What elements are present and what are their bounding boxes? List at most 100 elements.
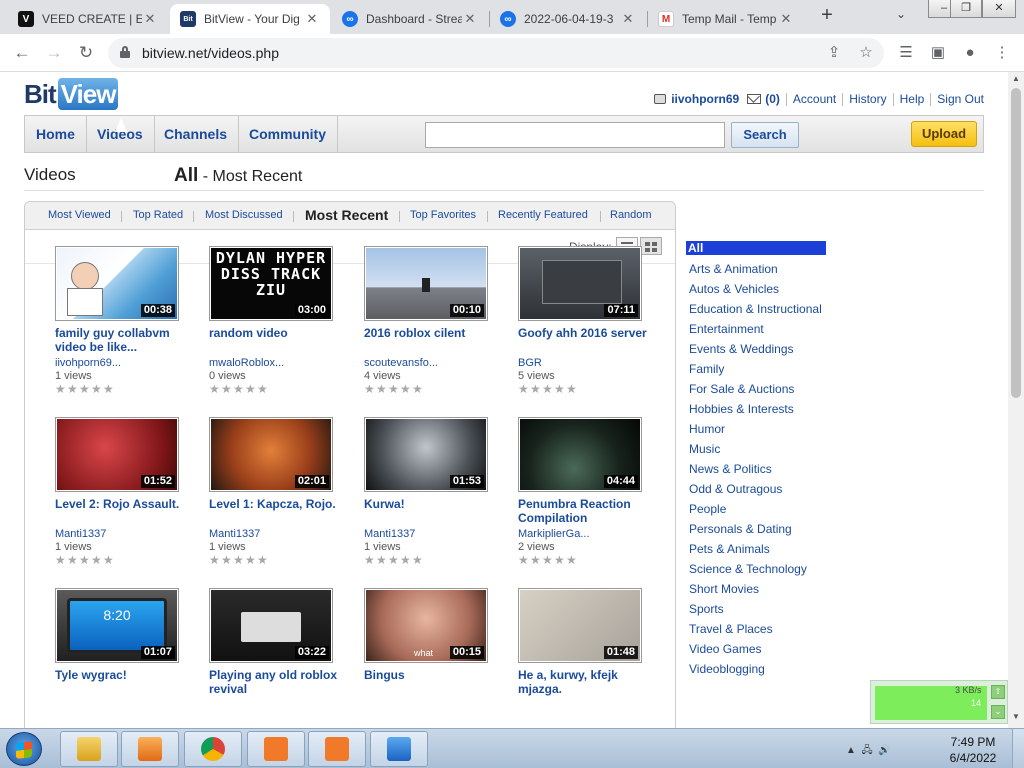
tab-most-discussed[interactable]: Most Discussed xyxy=(205,209,283,221)
taskbar-camera-app[interactable] xyxy=(308,731,366,767)
close-icon[interactable]: ✕ xyxy=(778,11,794,27)
taskbar-chrome[interactable] xyxy=(184,731,242,767)
video-author-link[interactable]: Manti1337 xyxy=(209,528,349,540)
category-pets-animals[interactable]: Pets & Animals xyxy=(686,539,836,559)
page-scrollbar[interactable]: ▲ ▼ xyxy=(1008,72,1024,728)
video-title-link[interactable]: Goofy ahh 2016 server xyxy=(518,326,658,354)
scroll-up-icon[interactable]: ▲ xyxy=(1008,74,1024,88)
video-title-link[interactable]: random video xyxy=(209,326,349,354)
widget-arrow-down-icon[interactable]: ⌄ xyxy=(991,705,1005,719)
history-link[interactable]: History xyxy=(849,92,886,106)
bookmark-star-icon[interactable]: ☆ xyxy=(856,43,876,63)
category-science-technology[interactable]: Science & Technology xyxy=(686,559,836,579)
search-button[interactable]: Search xyxy=(731,122,799,148)
close-icon[interactable]: ✕ xyxy=(620,11,636,27)
inbox-count[interactable]: (0) xyxy=(765,92,780,106)
video-title-link[interactable]: Penumbra Reaction Compilation xyxy=(518,497,658,525)
category-hobbies-interests[interactable]: Hobbies & Interests xyxy=(686,399,836,419)
profile-avatar-icon[interactable]: ● xyxy=(960,43,980,63)
new-tab-plus-icon[interactable]: + xyxy=(816,5,838,27)
video-thumbnail[interactable]: 00:38 xyxy=(55,246,179,321)
restore-icon[interactable]: ❐ xyxy=(950,0,982,18)
tab-temp-mail[interactable]: M Temp Mail - Temp ✕ xyxy=(648,4,804,34)
category-short-movies[interactable]: Short Movies xyxy=(686,579,836,599)
category-odd-outragous[interactable]: Odd & Outragous xyxy=(686,479,836,499)
video-title-link[interactable]: Playing any old roblox revival xyxy=(209,668,349,696)
category-events-weddings[interactable]: Events & Weddings xyxy=(686,339,836,359)
video-title-link[interactable]: Bingus xyxy=(364,668,504,696)
tab-top-favorites[interactable]: Top Favorites xyxy=(410,209,476,221)
video-author-link[interactable]: Manti1337 xyxy=(55,528,195,540)
taskbar-screen-recorder[interactable] xyxy=(247,731,305,767)
reading-list-icon[interactable]: ☰ xyxy=(896,43,916,63)
scrollbar-thumb[interactable] xyxy=(1011,88,1021,398)
video-thumbnail[interactable]: 03:22 xyxy=(209,588,333,663)
address-bar[interactable]: bitview.net/videos.php ⇪ ☆ xyxy=(108,38,884,68)
video-author-link[interactable]: BGR xyxy=(518,357,658,369)
tab-dashboard[interactable]: ∞ Dashboard - Strea ✕ xyxy=(332,4,488,34)
video-author-link[interactable]: mwaloRoblox... xyxy=(209,357,349,369)
taskbar-remote-app[interactable] xyxy=(370,731,428,767)
mail-icon[interactable] xyxy=(747,94,762,104)
close-icon[interactable]: ✕ xyxy=(462,11,478,27)
tab-top-rated[interactable]: Top Rated xyxy=(133,209,183,221)
category-family[interactable]: Family xyxy=(686,359,836,379)
category-for-sale-auctions[interactable]: For Sale & Auctions xyxy=(686,379,836,399)
tab-bitview[interactable]: Bit BitView - Your Dig ✕ xyxy=(170,4,330,34)
video-title-link[interactable]: He a, kurwy, kfejk mjazga. xyxy=(518,668,658,696)
video-author-link[interactable]: MarkiplierGa... xyxy=(518,528,658,540)
category-videoblogging[interactable]: Videoblogging xyxy=(686,659,836,679)
category-sports[interactable]: Sports xyxy=(686,599,836,619)
share-icon[interactable]: ⇪ xyxy=(824,43,844,63)
video-title-link[interactable]: 2016 roblox cilent xyxy=(364,326,504,354)
video-title-link[interactable]: Tyle wygrac! xyxy=(55,668,195,696)
video-thumbnail[interactable]: 04:44 xyxy=(518,417,642,492)
tab-search-chevron-icon[interactable]: ⌄ xyxy=(896,7,906,21)
reload-icon[interactable]: ↻ xyxy=(76,43,96,63)
scroll-down-icon[interactable]: ▼ xyxy=(1008,712,1024,726)
video-thumbnail[interactable]: 00:10 xyxy=(364,246,488,321)
close-icon[interactable]: ✕ xyxy=(142,11,158,27)
show-desktop-button[interactable] xyxy=(1012,729,1024,768)
video-author-link[interactable]: iivohporn69... xyxy=(55,357,195,369)
nav-channels[interactable]: Channels xyxy=(153,116,240,152)
video-author-link[interactable]: Manti1337 xyxy=(364,528,504,540)
video-thumbnail[interactable]: 02:01 xyxy=(209,417,333,492)
system-tray-icons[interactable]: ▲ 🖧 🔊 xyxy=(846,743,891,760)
tab-random[interactable]: Random xyxy=(610,209,652,221)
category-arts-animation[interactable]: Arts & Animation xyxy=(686,259,836,279)
category-music[interactable]: Music xyxy=(686,439,836,459)
category-news-politics[interactable]: News & Politics xyxy=(686,459,836,479)
search-input[interactable] xyxy=(425,122,725,148)
category-all[interactable]: All xyxy=(686,241,826,255)
category-autos-vehicles[interactable]: Autos & Vehicles xyxy=(686,279,836,299)
category-travel-places[interactable]: Travel & Places xyxy=(686,619,836,639)
video-title-link[interactable]: Level 1: Kapcza, Rojo. xyxy=(209,497,349,525)
nav-community[interactable]: Community xyxy=(238,116,338,152)
video-author-link[interactable]: scoutevansfo... xyxy=(364,357,504,369)
tab-most-recent[interactable]: Most Recent xyxy=(305,207,388,223)
upload-button[interactable]: Upload xyxy=(911,121,977,147)
video-title-link[interactable]: family guy collabvm video be like... xyxy=(55,326,195,354)
tab-veed[interactable]: V VEED CREATE | Ed ✕ xyxy=(8,4,168,34)
back-arrow-icon[interactable]: ← xyxy=(12,43,32,63)
video-title-link[interactable]: Level 2: Rojo Assault. xyxy=(55,497,195,525)
video-thumbnail[interactable]: 01:53 xyxy=(364,417,488,492)
category-education-instructional[interactable]: Education & Instructional xyxy=(686,299,836,319)
widget-arrow-up-icon[interactable]: ⇧ xyxy=(991,685,1005,699)
video-title-link[interactable]: Kurwa! xyxy=(364,497,504,525)
nav-home[interactable]: Home xyxy=(25,116,87,152)
video-thumbnail[interactable]: 01:48 xyxy=(518,588,642,663)
tab-most-viewed[interactable]: Most Viewed xyxy=(48,209,111,221)
forward-arrow-icon[interactable]: → xyxy=(44,43,64,63)
start-button[interactable] xyxy=(6,732,42,766)
bitview-logo[interactable]: Bit View xyxy=(24,78,119,110)
side-panel-icon[interactable]: ▣ xyxy=(928,43,948,63)
category-personals-dating[interactable]: Personals & Dating xyxy=(686,519,836,539)
video-thumbnail[interactable]: DYLAN HYPER DISS TRACK ZIU 03:00 xyxy=(209,246,333,321)
menu-kebab-icon[interactable]: ⋮ xyxy=(992,43,1012,63)
video-thumbnail[interactable]: 01:52 xyxy=(55,417,179,492)
clock[interactable]: 7:49 PM 6/4/2022 xyxy=(940,734,1006,766)
video-thumbnail[interactable]: 8:20 01:07 xyxy=(55,588,179,663)
taskbar-explorer[interactable] xyxy=(60,731,118,767)
